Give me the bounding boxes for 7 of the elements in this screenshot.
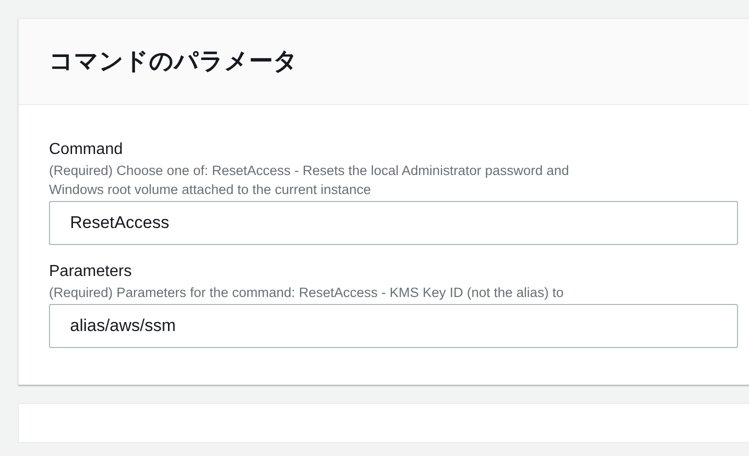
field-description: (Required) Choose one of: ResetAccess - Resets the local Administrator password and Windows root volume attached to the current instance xyxy=(49,162,570,199)
field-description: (Required) Parameters for the command: ResetAccess - KMS Key ID (not the alias) to xyxy=(49,284,565,302)
field-label: Command xyxy=(49,140,124,160)
input-field[interactable]: ResetAccess xyxy=(49,201,738,245)
field-label: Parameters xyxy=(49,262,133,282)
input-field[interactable]: alias/aws/ssm xyxy=(49,304,738,348)
panel-title: コマンドのパラメータ xyxy=(49,46,299,77)
